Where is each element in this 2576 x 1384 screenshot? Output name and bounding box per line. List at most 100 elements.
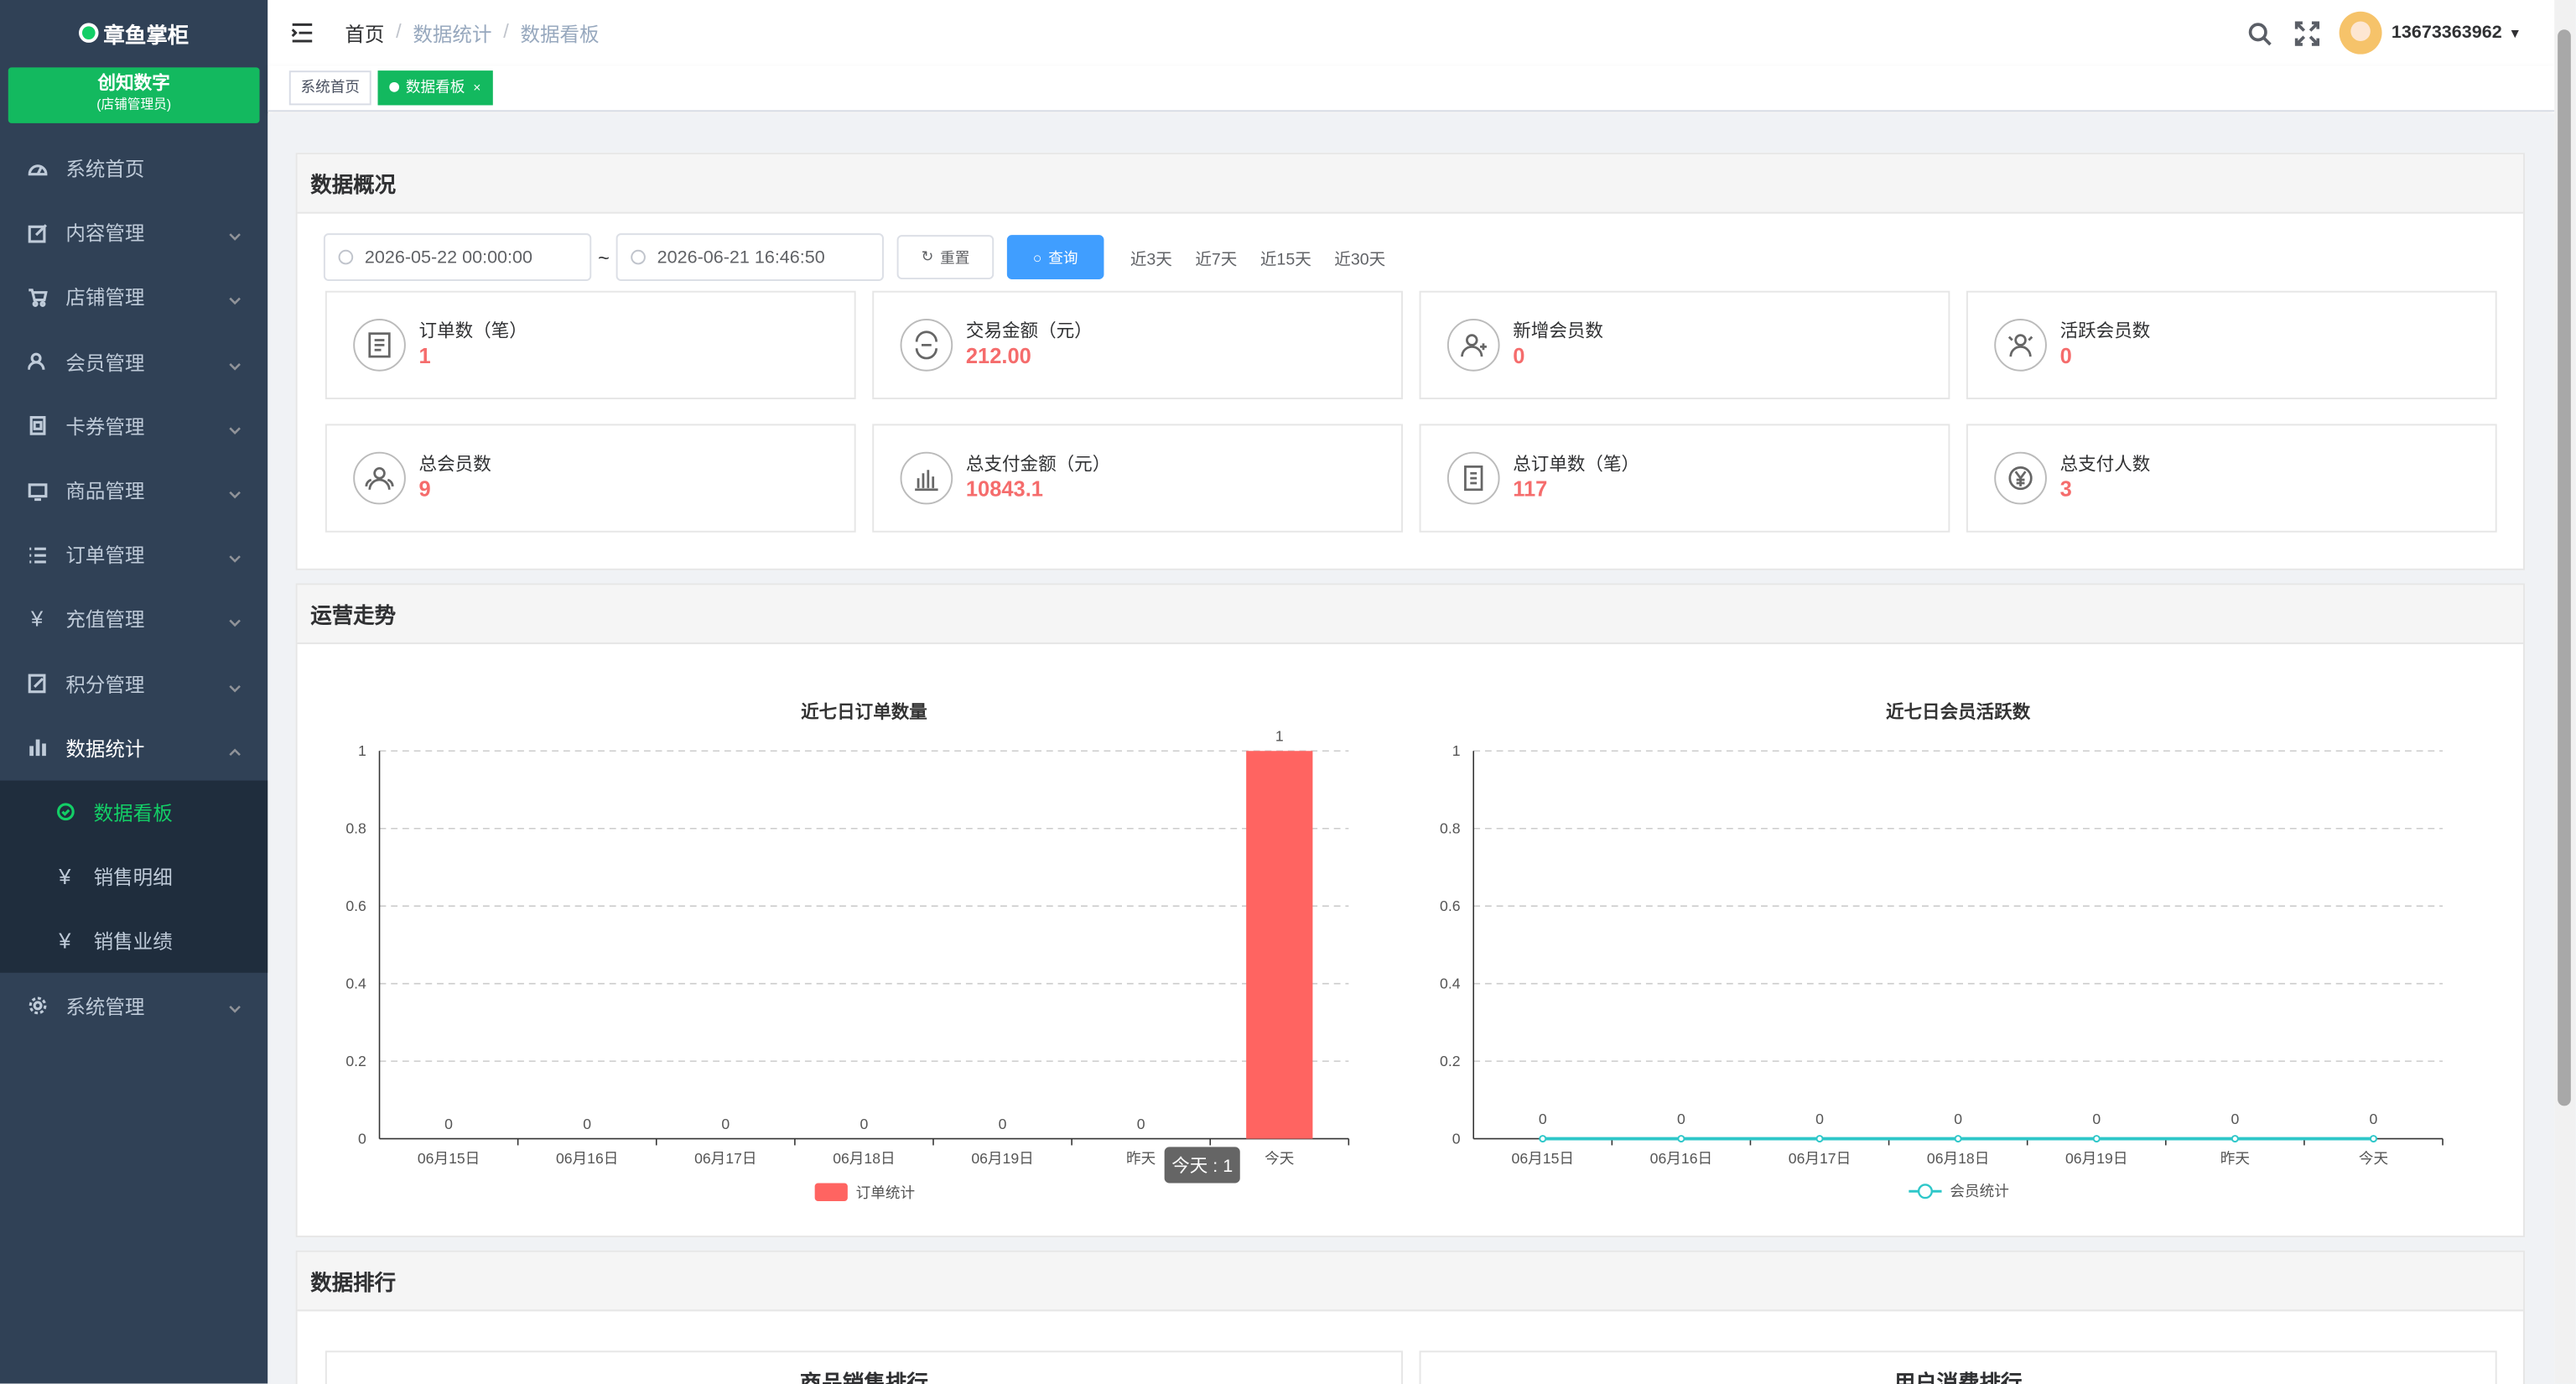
- data-label: 0: [1539, 1111, 1547, 1127]
- sidebar-item-label: 店铺管理: [65, 286, 145, 310]
- page-scrollbar[interactable]: [2554, 0, 2576, 1384]
- sidebar-item-sales-detail[interactable]: ¥ 销售明细: [0, 845, 267, 909]
- data-label: 0: [1137, 1116, 1145, 1132]
- order-icon: [353, 319, 406, 372]
- y-tick-label: 0.8: [345, 820, 366, 837]
- hamburger-icon[interactable]: [291, 21, 314, 44]
- stat-label: 总支付人数: [2059, 455, 2151, 476]
- data-label: 0: [2092, 1111, 2101, 1127]
- range-15d[interactable]: 近15天: [1260, 245, 1311, 270]
- sidebar-item-goods[interactable]: 商品管理: [0, 458, 267, 523]
- query-button[interactable]: ○ 查询: [1006, 235, 1104, 280]
- sidebar-item-label: 销售明细: [93, 866, 173, 890]
- sidebar-item-member[interactable]: 会员管理: [0, 330, 267, 394]
- goods-ranking-card: 商品销售排行: [325, 1350, 1403, 1384]
- data-point: [2231, 1135, 2239, 1143]
- members-icon: [353, 451, 406, 505]
- stat-active-members: 活跃会员数 0: [1966, 290, 2497, 400]
- tag-label: 数据看板: [405, 79, 465, 96]
- end-date-input[interactable]: 2026-06-21 16:46:50: [615, 233, 884, 281]
- sidebar-item-content[interactable]: 内容管理: [0, 200, 267, 265]
- stat-value: 9: [418, 476, 431, 502]
- sidebar-item-home[interactable]: 系统首页: [0, 137, 267, 201]
- stat-label: 订单数（笔）: [418, 321, 527, 342]
- y-tick-label: 0.4: [345, 976, 366, 992]
- yen-icon: ¥: [59, 864, 71, 890]
- data-label: 0: [1954, 1111, 1962, 1127]
- data-point: [1815, 1135, 1824, 1143]
- stat-total-members: 总会员数 9: [325, 424, 856, 533]
- sidebar-item-system[interactable]: 系统管理: [0, 974, 267, 1038]
- stat-new-members: 新增会员数 0: [1419, 290, 1950, 400]
- search-icon: ○: [1032, 248, 1042, 266]
- stat-value: 10843.1: [965, 476, 1043, 502]
- start-date-input[interactable]: 2026-05-22 00:00:00: [323, 233, 592, 281]
- y-tick-label: 0.4: [1440, 976, 1461, 992]
- x-tick-label: 昨天: [1126, 1150, 1156, 1167]
- circle-check-icon: [55, 802, 75, 823]
- data-label: 0: [721, 1116, 730, 1132]
- range-7d[interactable]: 近7天: [1195, 245, 1237, 270]
- statistics-submenu: 数据看板 ¥ 销售明细 ¥ 销售业绩: [0, 780, 268, 974]
- stat-value: 212.00: [965, 343, 1031, 368]
- sidebar-item-shop[interactable]: 店铺管理: [0, 265, 267, 330]
- user-ranking-card: 用户消费排行: [1419, 1350, 2497, 1384]
- sidebar-item-coupon[interactable]: 卡券管理: [0, 394, 267, 459]
- y-tick-label: 0.6: [345, 898, 366, 914]
- ranking-title: 数据排行: [297, 1251, 2524, 1312]
- main-content: 数据概况 2026-05-22 00:00:00 ~ 2026-06-21 16…: [267, 113, 2555, 1384]
- goods-ranking-title: 商品销售排行: [800, 1370, 928, 1384]
- sidebar-item-order[interactable]: 订单管理: [0, 523, 267, 587]
- shop-card[interactable]: 创知数字 (店铺管理员): [8, 67, 260, 123]
- sidebar-item-label: 数据看板: [93, 801, 173, 825]
- points-icon: [26, 673, 47, 694]
- caret-down-icon[interactable]: ▼: [2509, 25, 2522, 40]
- navbar-right: 13673363962 ▼: [2246, 0, 2521, 65]
- avatar[interactable]: [2339, 11, 2382, 55]
- x-tick-label: 06月15日: [418, 1150, 480, 1167]
- x-tick-label: 06月19日: [971, 1150, 1033, 1167]
- legend-swatch: [814, 1183, 848, 1202]
- sidebar-item-label: 内容管理: [65, 222, 145, 246]
- close-icon[interactable]: ×: [473, 81, 480, 96]
- sidebar: 章鱼掌柜 创知数字 (店铺管理员) 系统首页 内容管理 店铺管理 会员管理 卡券…: [0, 0, 268, 1384]
- app-logo[interactable]: 章鱼掌柜: [0, 0, 267, 65]
- data-point: [1539, 1135, 1547, 1143]
- edit-icon: [26, 222, 47, 243]
- x-tick-label: 06月18日: [833, 1150, 895, 1167]
- stat-total-payers: 总支付人数 3: [1966, 424, 2497, 533]
- breadcrumb-statistics: 数据统计: [413, 22, 492, 45]
- sidebar-item-recharge[interactable]: ¥ 充值管理: [0, 587, 267, 652]
- data-label: 1: [1275, 728, 1284, 745]
- x-tick-label: 06月16日: [1650, 1150, 1712, 1167]
- range-separator: ~: [598, 245, 610, 269]
- user-name[interactable]: 13673363962: [2392, 23, 2502, 43]
- scrollbar-thumb[interactable]: [2558, 29, 2571, 1106]
- range-3d[interactable]: 近3天: [1130, 245, 1172, 270]
- fullscreen-icon[interactable]: [2294, 20, 2319, 45]
- sidebar-item-statistics[interactable]: 数据统计: [0, 716, 267, 781]
- app-root: 章鱼掌柜 创知数字 (店铺管理员) 系统首页 内容管理 店铺管理 会员管理 卡券…: [0, 0, 2576, 1384]
- shop-role: (店铺管理员): [96, 96, 172, 112]
- sidebar-item-dashboard[interactable]: 数据看板: [0, 780, 267, 845]
- reset-button[interactable]: ↻ 重置: [896, 235, 995, 280]
- overview-panel: 数据概况 2026-05-22 00:00:00 ~ 2026-06-21 16…: [295, 153, 2525, 570]
- range-30d[interactable]: 近30天: [1334, 245, 1385, 270]
- sidebar-item-label: 卡券管理: [65, 415, 145, 439]
- sidebar-item-sales-performance[interactable]: ¥ 销售业绩: [0, 909, 267, 974]
- stat-value: 0: [1513, 343, 1525, 368]
- breadcrumb-home[interactable]: 首页: [345, 19, 384, 47]
- sidebar-item-label: 销售业绩: [93, 930, 173, 954]
- tag-home[interactable]: 系统首页: [288, 70, 371, 106]
- search-icon[interactable]: [2246, 20, 2272, 45]
- gear-icon: [26, 995, 47, 1016]
- chevron-down-icon: [228, 676, 242, 699]
- tag-dashboard[interactable]: 数据看板 ×: [377, 70, 493, 106]
- x-tick-label: 06月17日: [1789, 1150, 1851, 1167]
- sidebar-item-points[interactable]: 积分管理: [0, 652, 267, 716]
- stat-value: 3: [2059, 476, 2072, 502]
- navbar: 首页 / 数据统计 / 数据看板 13673363962 ▼: [267, 0, 2555, 66]
- app-name: 章鱼掌柜: [103, 22, 190, 47]
- dashboard-icon: [26, 158, 47, 179]
- trend-panel: 运营走势 近七日订单数量 0 0.2 0.4 0.6 0.8 1 06月15日 06月16日 06…: [295, 583, 2525, 1238]
